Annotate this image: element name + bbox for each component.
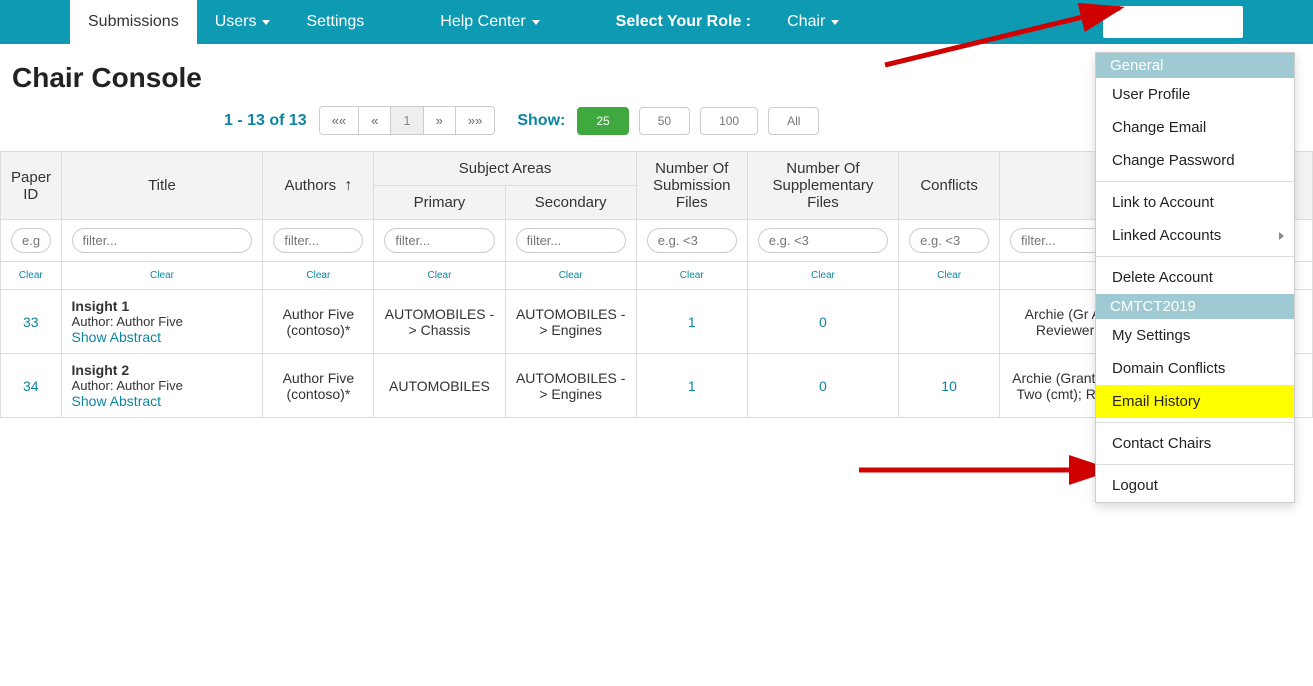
pager-page-1[interactable]: 1	[391, 107, 423, 134]
clear-subfiles[interactable]: Clear	[680, 270, 704, 281]
caret-icon	[831, 20, 839, 25]
clear-conflicts[interactable]: Clear	[937, 270, 961, 281]
page-size-25[interactable]: 25	[577, 107, 628, 135]
secondary-cell: AUTOMOBILES -> Engines	[505, 354, 636, 418]
show-abstract-link[interactable]: Show Abstract	[72, 393, 162, 409]
clear-title[interactable]: Clear	[150, 270, 174, 281]
page-size-100[interactable]: 100	[700, 107, 758, 135]
filter-authors[interactable]	[273, 228, 363, 253]
clear-supfiles[interactable]: Clear	[811, 270, 835, 281]
clear-paper-id[interactable]: Clear	[19, 270, 43, 281]
filter-secondary[interactable]	[516, 228, 626, 253]
role-label: Select Your Role :	[598, 0, 769, 44]
primary-cell: AUTOMOBILES -> Chassis	[374, 290, 505, 354]
show-abstract-link[interactable]: Show Abstract	[72, 329, 162, 345]
conflicts-cell	[899, 290, 1000, 354]
dd-change-password[interactable]: Change Password	[1096, 144, 1294, 177]
col-sub-files[interactable]: Number Of Submission Files	[636, 152, 747, 220]
dd-linked-accounts[interactable]: Linked Accounts	[1096, 219, 1294, 252]
paper-id-link[interactable]: 34	[23, 378, 39, 394]
authors-cell: Author Five (contoso)*	[263, 290, 374, 354]
dd-domain-conflicts[interactable]: Domain Conflicts	[1096, 352, 1294, 385]
divider	[1096, 422, 1294, 423]
dd-linked-accounts-label: Linked Accounts	[1112, 227, 1221, 244]
clear-primary[interactable]: Clear	[428, 270, 452, 281]
pager-next[interactable]: »	[424, 107, 456, 134]
dd-logout[interactable]: Logout	[1096, 469, 1294, 502]
nav-users-label: Users	[215, 13, 257, 31]
dropdown-header-general: General	[1096, 53, 1294, 78]
author-line: Author: Author Five	[72, 314, 253, 329]
title-cell: Insight 1 Author: Author Five Show Abstr…	[61, 290, 263, 354]
pager-last[interactable]: »»	[456, 107, 494, 134]
filter-conflicts[interactable]	[909, 228, 989, 253]
subfiles-link[interactable]: 1	[688, 314, 696, 330]
top-nav: Submissions Users Settings Help Center S…	[0, 0, 1313, 44]
nav-submissions[interactable]: Submissions	[70, 0, 197, 44]
supfiles-link[interactable]: 0	[819, 314, 827, 330]
result-range: 1 - 13 of 13	[224, 112, 307, 130]
author-line: Author: Author Five	[72, 378, 253, 393]
user-menu-button[interactable]	[1103, 6, 1243, 38]
page-size-50[interactable]: 50	[639, 107, 690, 135]
clear-secondary[interactable]: Clear	[559, 270, 583, 281]
paper-id-link[interactable]: 33	[23, 314, 39, 330]
title-cell: Insight 2 Author: Author Five Show Abstr…	[61, 354, 263, 418]
col-title[interactable]: Title	[61, 152, 263, 220]
secondary-cell: AUTOMOBILES -> Engines	[505, 290, 636, 354]
dd-link-account[interactable]: Link to Account	[1096, 186, 1294, 219]
caret-icon	[262, 20, 270, 25]
paper-title: Insight 1	[72, 298, 253, 314]
dd-change-email[interactable]: Change Email	[1096, 111, 1294, 144]
filter-paper-id[interactable]	[11, 228, 51, 253]
user-dropdown: General User Profile Change Email Change…	[1095, 52, 1295, 503]
caret-icon	[532, 20, 540, 25]
subfiles-link[interactable]: 1	[688, 378, 696, 394]
page-size-all[interactable]: All	[768, 107, 819, 135]
col-primary[interactable]: Primary	[374, 186, 505, 220]
dd-delete-account[interactable]: Delete Account	[1096, 261, 1294, 294]
nav-help[interactable]: Help Center	[422, 0, 557, 44]
col-conflicts[interactable]: Conflicts	[899, 152, 1000, 220]
paper-title: Insight 2	[72, 362, 253, 378]
col-sup-files[interactable]: Number Of Supplementary Files	[747, 152, 898, 220]
col-secondary[interactable]: Secondary	[505, 186, 636, 220]
filter-primary[interactable]	[384, 228, 494, 253]
chevron-right-icon	[1279, 232, 1284, 240]
primary-cell: AUTOMOBILES	[374, 354, 505, 418]
divider	[1096, 181, 1294, 182]
col-authors-label: Authors	[284, 177, 336, 194]
dd-user-profile[interactable]: User Profile	[1096, 78, 1294, 111]
annotation-arrow-icon	[854, 440, 1124, 490]
pager: «« « 1 » »»	[319, 106, 496, 135]
show-label: Show:	[517, 112, 565, 130]
authors-cell: Author Five (contoso)*	[263, 354, 374, 418]
pager-first[interactable]: ««	[320, 107, 359, 134]
supfiles-link[interactable]: 0	[819, 378, 827, 394]
col-paper-id[interactable]: Paper ID	[1, 152, 62, 220]
sort-asc-icon: ↑	[344, 177, 352, 195]
role-value: Chair	[787, 13, 825, 31]
col-subject-areas: Subject Areas	[374, 152, 636, 186]
dd-contact-chairs[interactable]: Contact Chairs	[1096, 427, 1294, 460]
divider	[1096, 256, 1294, 257]
dd-my-settings[interactable]: My Settings	[1096, 319, 1294, 352]
divider	[1096, 464, 1294, 465]
filter-supfiles[interactable]	[758, 228, 888, 253]
conflicts-link[interactable]: 10	[941, 378, 957, 394]
dd-email-history[interactable]: Email History	[1096, 385, 1294, 418]
clear-authors[interactable]: Clear	[306, 270, 330, 281]
filter-subfiles[interactable]	[647, 228, 737, 253]
nav-help-label: Help Center	[440, 13, 525, 31]
nav-users[interactable]: Users	[197, 0, 289, 44]
dropdown-header-conference: CMTCT2019	[1096, 294, 1294, 319]
col-authors[interactable]: Authors ↑	[263, 152, 374, 220]
pager-prev[interactable]: «	[359, 107, 391, 134]
filter-title[interactable]	[72, 228, 253, 253]
role-selector[interactable]: Chair	[769, 0, 857, 44]
nav-settings[interactable]: Settings	[288, 0, 382, 44]
